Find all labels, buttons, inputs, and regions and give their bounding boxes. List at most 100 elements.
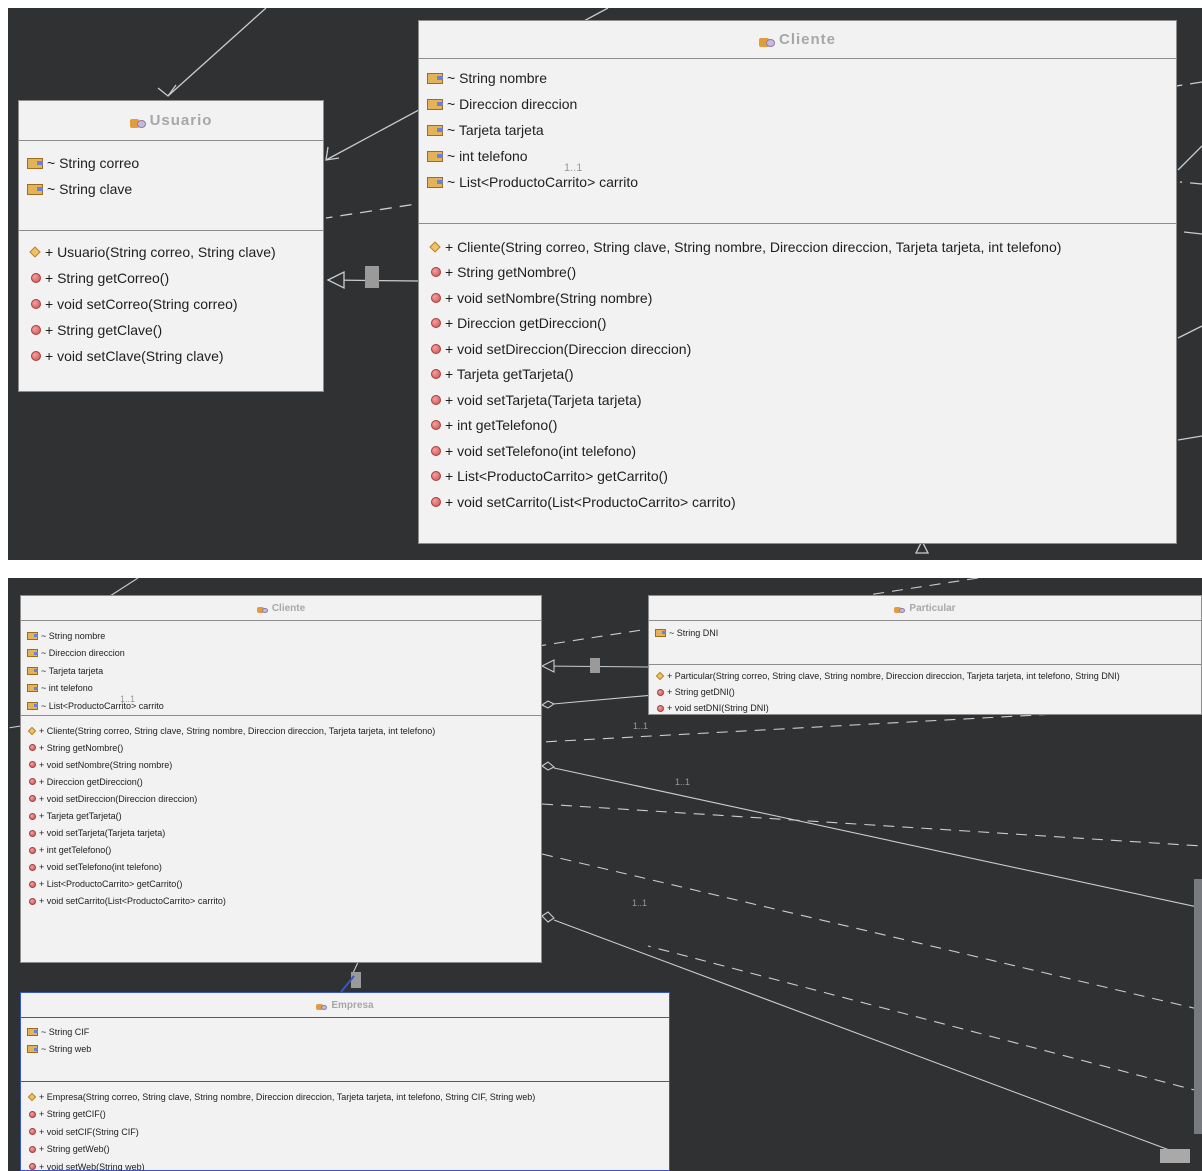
attribute-row[interactable]: ~ List<ProductoCarrito> carrito [419,169,1176,195]
method-text: + Direccion getDireccion() [39,776,143,787]
vertical-scrollbar[interactable] [1194,879,1202,1134]
attribute-text: ~ int telefono [41,683,93,694]
method-row[interactable]: + Cliente(String correo, String clave, S… [21,722,541,739]
method-row[interactable]: + void setTelefono(int telefono) [21,859,541,876]
public-method-icon [29,1110,36,1118]
constructor-icon [655,671,665,681]
public-method-icon [431,445,441,456]
field-icon [427,150,443,162]
method-text: + void setTarjeta(Tarjeta tarjeta) [39,828,166,839]
class-box-cliente-top[interactable]: Cliente ~ String nombre ~ Direccion dire… [418,20,1177,544]
method-text: + void setNombre(String nombre) [445,289,653,306]
attribute-row[interactable]: ~ String web [21,1041,669,1059]
public-method-icon [29,1163,36,1171]
method-row[interactable]: + void setDireccion(Direccion direccion) [419,336,1176,362]
class-icon [894,603,906,613]
method-row[interactable]: + String getCorreo() [19,265,323,291]
method-row[interactable]: + void setCarrito(List<ProductoCarrito> … [21,893,541,910]
public-method-icon [31,273,41,283]
field-icon [27,183,43,195]
method-row[interactable]: + String getNombre() [21,739,541,756]
attribute-row[interactable]: ~ int telefono [21,680,541,698]
field-icon [27,701,38,710]
attribute-row[interactable]: ~ Tarjeta tarjeta [21,662,541,680]
method-row[interactable]: + int getTelefono() [21,842,541,859]
method-row[interactable]: + int getTelefono() [419,413,1176,439]
method-row[interactable]: + void setNombre(String nombre) [21,756,541,773]
attribute-text: ~ List<ProductoCarrito> carrito [41,700,164,711]
method-text: + String getNombre() [39,742,124,753]
attribute-row[interactable]: ~ String CIF [21,1023,669,1041]
field-icon [27,684,38,693]
method-text: + String getWeb() [39,1144,110,1155]
attribute-row[interactable]: ~ String DNI [649,624,1201,642]
field-icon [427,124,443,136]
association-handle[interactable] [365,266,379,288]
public-method-icon [29,795,36,803]
method-row[interactable]: + void setTelefono(int telefono) [419,438,1176,464]
method-row[interactable]: + Usuario(String correo, String clave) [19,239,323,265]
public-method-icon [431,394,441,405]
method-row[interactable]: + Tarjeta getTarjeta() [21,807,541,824]
attribute-row[interactable]: ~ Direccion direccion [21,645,541,663]
class-icon [316,1000,328,1010]
method-text: + Direccion getDireccion() [445,315,607,332]
method-section: + Particular(String correo, String clave… [649,665,1201,716]
class-box-usuario-top[interactable]: Usuario ~ String correo ~ String clave +… [18,100,324,392]
method-row[interactable]: + Particular(String correo, String clave… [649,668,1201,684]
attribute-row[interactable]: ~ Tarjeta tarjeta [419,117,1176,143]
method-row[interactable]: + void setWeb(String web) [21,1158,669,1171]
attribute-row[interactable]: ~ List<ProductoCarrito> carrito [21,697,541,715]
method-text: + Cliente(String correo, String clave, S… [445,238,1062,255]
association-handle[interactable] [590,658,600,673]
class-icon [256,603,268,613]
class-title: Empresa [331,999,374,1011]
method-row[interactable]: + Direccion getDireccion() [21,773,541,790]
public-method-icon [29,812,36,820]
method-row[interactable]: + void setCarrito(List<ProductoCarrito> … [419,489,1176,515]
attribute-row[interactable]: ~ int telefono [419,143,1176,169]
method-row[interactable]: + String getCIF() [21,1106,669,1124]
method-text: + void setTelefono(int telefono) [39,862,162,873]
attribute-row[interactable]: ~ String clave [19,176,323,202]
class-box-cliente-bottom[interactable]: Cliente ~ String nombre ~ Direccion dire… [20,595,542,963]
method-row[interactable]: + String getWeb() [21,1141,669,1159]
method-row[interactable]: + List<ProductoCarrito> getCarrito() [419,464,1176,490]
method-row[interactable]: + String getClave() [19,317,323,343]
class-box-empresa-bottom[interactable]: Empresa ~ String CIF ~ String web + Empr… [20,992,670,1171]
association-label-chip[interactable] [1160,1149,1190,1163]
association-handle[interactable] [351,972,361,988]
attribute-row[interactable]: ~ String correo [19,150,323,176]
attribute-row[interactable]: ~ String nombre [419,65,1176,91]
method-row[interactable]: + void setDireccion(Direccion direccion) [21,790,541,807]
attribute-row[interactable]: ~ Direccion direccion [419,91,1176,117]
method-row[interactable]: + void setNombre(String nombre) [419,285,1176,311]
method-row[interactable]: + String getNombre() [419,260,1176,286]
multiplicity-label: 1..1 [675,777,691,787]
method-row[interactable]: + Tarjeta getTarjeta() [419,362,1176,388]
method-row[interactable]: + Direccion getDireccion() [419,311,1176,337]
method-row[interactable]: + List<ProductoCarrito> getCarrito() [21,876,541,893]
field-icon [427,72,443,84]
method-row[interactable]: + void setCIF(String CIF) [21,1123,669,1141]
attribute-text: ~ String web [41,1044,92,1055]
multiplicity-label: 1..1 [632,898,648,908]
method-row[interactable]: + String getDNI() [649,684,1201,700]
attribute-text: ~ Direccion direccion [447,96,578,112]
method-text: + List<ProductoCarrito> getCarrito() [445,468,668,485]
method-text: + Particular(String correo, String clave… [667,671,1120,681]
method-row[interactable]: + Empresa(String correo, String clave, S… [21,1088,669,1106]
method-row[interactable]: + void setClave(String clave) [19,343,323,369]
attribute-row[interactable]: ~ String nombre [21,627,541,645]
method-text: + String getDNI() [667,687,735,697]
method-row[interactable]: + void setTarjeta(Tarjeta tarjeta) [21,825,541,842]
class-box-particular-bottom[interactable]: Particular ~ String DNI + Particular(Str… [648,595,1202,715]
method-row[interactable]: + void setCorreo(String correo) [19,291,323,317]
method-row[interactable]: + Cliente(String correo, String clave, S… [419,234,1176,260]
attribute-section: ~ String nombre ~ Direccion direccion ~ … [21,621,541,716]
public-method-icon [431,496,441,507]
multiplicity-label: 1..1 [120,694,136,704]
method-row[interactable]: + void setDNI(String DNI) [649,700,1201,716]
method-text: + void setClave(String clave) [45,348,224,364]
method-row[interactable]: + void setTarjeta(Tarjeta tarjeta) [419,387,1176,413]
